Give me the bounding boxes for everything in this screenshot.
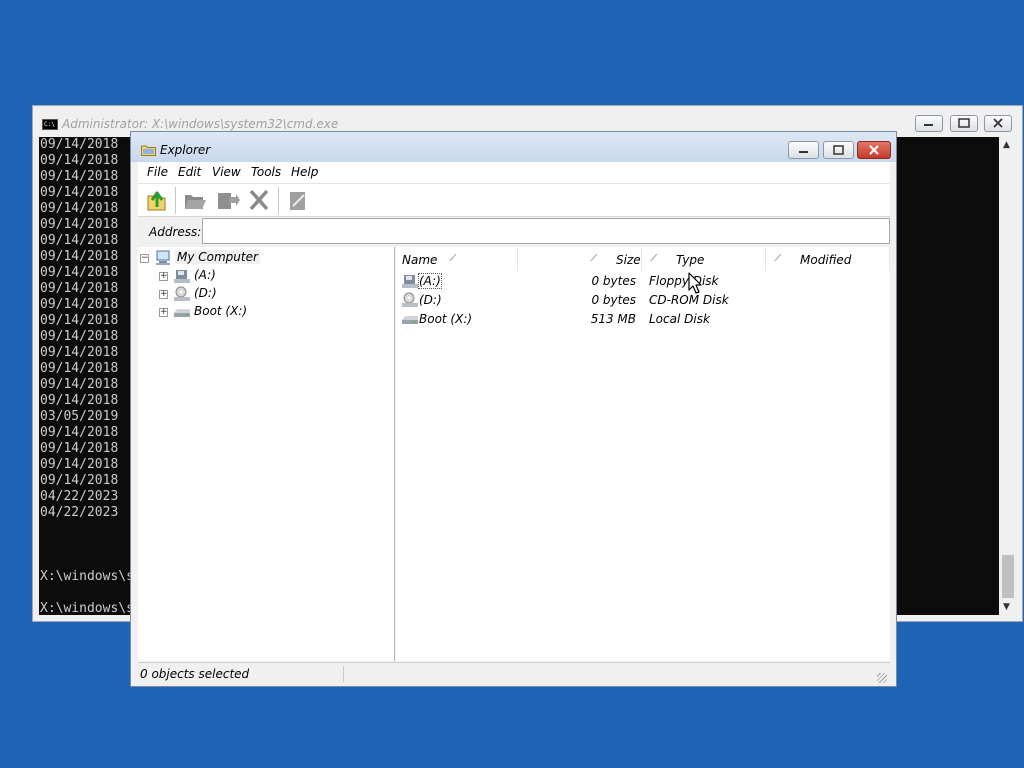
- file-size: 0 bytes: [591, 293, 636, 307]
- tree-label: (D:): [194, 286, 217, 300]
- folder-icon: [141, 145, 156, 156]
- tree-item-a-drive[interactable]: + (A:): [138, 267, 388, 285]
- column-label: Modified: [800, 253, 852, 267]
- sort-indicator-icon: ⁄: [593, 253, 595, 264]
- minimize-icon: [924, 124, 933, 126]
- move-icon: [218, 193, 240, 209]
- delete-button[interactable]: [244, 187, 274, 214]
- file-name: (A:): [418, 273, 442, 289]
- resize-grip-icon[interactable]: [877, 673, 887, 683]
- column-header-modified[interactable]: ⁄ Modified: [766, 247, 890, 271]
- file-type: Floppy Disk: [649, 274, 719, 288]
- cmd-title: Administrator: X:\windows\system32\cmd.e…: [62, 117, 339, 131]
- explorer-titlebar[interactable]: Explorer: [131, 132, 896, 162]
- menu-tools[interactable]: Tools: [251, 165, 281, 179]
- file-row-d-drive[interactable]: (D:) 0 bytes CD-ROM Disk: [396, 291, 890, 310]
- move-button[interactable]: [212, 187, 242, 214]
- maximize-icon: [833, 145, 844, 155]
- computer-icon: [156, 250, 170, 265]
- collapse-icon[interactable]: −: [140, 254, 149, 263]
- tree-label: (A:): [194, 268, 216, 282]
- maximize-icon: [958, 118, 970, 128]
- expand-icon[interactable]: +: [159, 290, 168, 299]
- cmd-close-button[interactable]: [984, 115, 1012, 132]
- up-folder-icon: [147, 191, 166, 211]
- scroll-down-icon[interactable]: ▼: [1003, 602, 1010, 612]
- menu-edit[interactable]: Edit: [178, 165, 201, 179]
- minimize-icon: [799, 151, 808, 153]
- explorer-window[interactable]: Explorer File Edit View Tools Help Addre…: [130, 131, 897, 687]
- tree-item-d-drive[interactable]: + (D:): [138, 285, 388, 303]
- status-separator: [343, 666, 344, 682]
- menu-help[interactable]: Help: [291, 165, 318, 179]
- sort-indicator-icon: ⁄: [452, 253, 454, 264]
- file-list[interactable]: Name ⁄ ⁄ Size ⁄ Type ⁄ Modified (A:) 0 b…: [396, 247, 890, 661]
- file-size: 0 bytes: [591, 274, 636, 288]
- toolbar-separator: [278, 187, 279, 214]
- column-header-name[interactable]: Name ⁄: [396, 247, 518, 271]
- local-disk-icon: [174, 309, 190, 317]
- tree-item-boot-drive[interactable]: + Boot (X:): [138, 303, 388, 321]
- toolbar: [138, 183, 890, 217]
- explorer-maximize-button[interactable]: [823, 141, 854, 159]
- toolbar-separator: [175, 187, 176, 214]
- status-bar: 0 objects selected: [138, 662, 890, 686]
- close-icon: [993, 118, 1003, 128]
- properties-button[interactable]: [283, 187, 313, 214]
- floppy-drive-icon: [402, 275, 418, 288]
- up-folder-button[interactable]: [142, 187, 172, 214]
- tree-label: Boot (X:): [194, 304, 248, 318]
- explorer-close-button[interactable]: [857, 141, 891, 159]
- local-disk-icon: [402, 316, 418, 324]
- sort-indicator-icon: ⁄: [777, 253, 779, 264]
- cmd-maximize-button[interactable]: [950, 115, 978, 132]
- tree-label: My Computer: [175, 250, 260, 264]
- sort-indicator-icon: ⁄: [653, 253, 655, 264]
- explorer-title: Explorer: [160, 143, 211, 157]
- expand-icon[interactable]: +: [159, 308, 168, 317]
- menu-file[interactable]: File: [147, 165, 168, 179]
- address-input[interactable]: [202, 218, 890, 244]
- status-text: 0 objects selected: [140, 667, 250, 681]
- cmd-scrollbar[interactable]: ▲ ▼: [999, 137, 1017, 615]
- column-label: Type: [676, 253, 705, 267]
- column-label: Size: [616, 253, 641, 267]
- mouse-cursor-icon: [688, 272, 702, 294]
- open-button[interactable]: [180, 187, 210, 214]
- file-size: 513 MB: [590, 312, 636, 326]
- menu-view[interactable]: View: [212, 165, 241, 179]
- address-label: Address:: [149, 225, 202, 239]
- cdrom-drive-icon: [174, 286, 190, 301]
- explorer-minimize-button[interactable]: [788, 141, 819, 159]
- scroll-up-icon[interactable]: ▲: [1003, 140, 1010, 150]
- scroll-thumb[interactable]: [1002, 555, 1014, 598]
- open-folder-icon: [185, 195, 206, 209]
- file-name: (D:): [419, 293, 442, 307]
- cdrom-drive-icon: [402, 292, 418, 307]
- file-row-boot-drive[interactable]: Boot (X:) 513 MB Local Disk: [396, 310, 890, 329]
- column-header-type[interactable]: ⁄ Type: [642, 247, 766, 271]
- folder-tree[interactable]: − My Computer + (A:) + (D:) + Boot (X:): [138, 247, 395, 661]
- file-name: Boot (X:): [419, 312, 473, 326]
- file-row-a-drive[interactable]: (A:) 0 bytes Floppy Disk: [396, 272, 890, 291]
- menu-bar: File Edit View Tools Help: [138, 162, 890, 183]
- tree-item-my-computer[interactable]: − My Computer: [138, 249, 388, 267]
- cmd-minimize-button[interactable]: [915, 115, 943, 132]
- properties-icon: [290, 192, 305, 210]
- close-icon: [869, 145, 879, 155]
- column-label: Name: [402, 253, 438, 267]
- address-bar: Address:: [138, 216, 890, 247]
- cmd-icon: [42, 119, 58, 130]
- delete-x-icon: [249, 189, 269, 211]
- file-type: Local Disk: [649, 312, 710, 326]
- floppy-drive-icon: [174, 270, 190, 283]
- column-header-size[interactable]: ⁄ Size: [518, 247, 642, 271]
- expand-icon[interactable]: +: [159, 272, 168, 281]
